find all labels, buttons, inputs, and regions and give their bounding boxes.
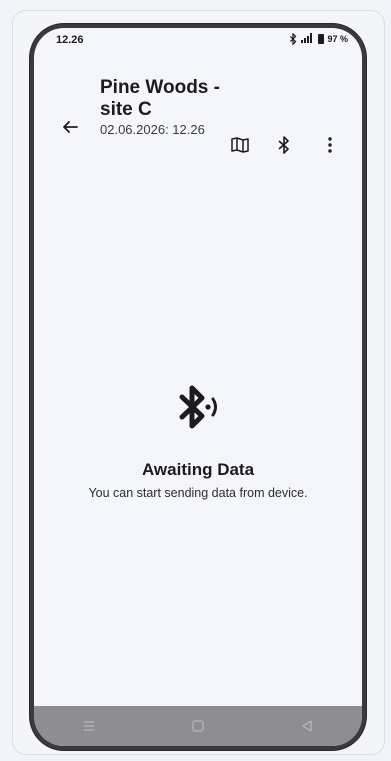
bluetooth-status-icon <box>288 33 298 45</box>
back-button[interactable] <box>60 117 80 137</box>
empty-state-title: Awaiting Data <box>141 460 255 479</box>
more-vert-icon <box>328 137 332 153</box>
status-icons: 97 % <box>288 33 348 45</box>
arrow-back-icon <box>63 121 78 133</box>
home-icon <box>192 720 204 732</box>
more-options-button[interactable] <box>320 134 340 156</box>
bluetooth-searching-icon <box>179 385 217 429</box>
bluetooth-button[interactable] <box>274 134 294 156</box>
map-icon <box>231 137 249 153</box>
menu-icon <box>83 721 94 731</box>
system-back-button[interactable] <box>297 716 317 736</box>
page-subtitle: 02.06.2026: 12.26 <box>100 122 205 137</box>
recent-apps-button[interactable] <box>79 716 99 736</box>
signal-icon <box>301 33 315 45</box>
battery-percent: 97 % <box>327 34 348 44</box>
battery-icon <box>318 34 325 44</box>
bluetooth-icon <box>278 136 289 154</box>
back-triangle-icon <box>302 720 312 732</box>
title-block: Pine Woods - site C 02.06.2026: 12.26 <box>100 77 230 137</box>
system-nav-bar <box>34 706 362 746</box>
app-bar: Pine Woods - site C 02.06.2026: 12.26 <box>34 72 362 162</box>
status-bar: 12.26 97 % <box>34 28 362 54</box>
page-title: Pine Woods - site C <box>100 77 220 120</box>
status-time: 12.26 <box>56 34 84 46</box>
empty-state: Awaiting Data You can start sending data… <box>34 378 362 500</box>
phone-screen: 12.26 97 % Pine Woods - site C 02.06.202… <box>34 28 362 746</box>
empty-state-message: You can start sending data from device. <box>88 486 308 500</box>
map-button[interactable] <box>230 134 250 156</box>
home-button[interactable] <box>188 716 208 736</box>
